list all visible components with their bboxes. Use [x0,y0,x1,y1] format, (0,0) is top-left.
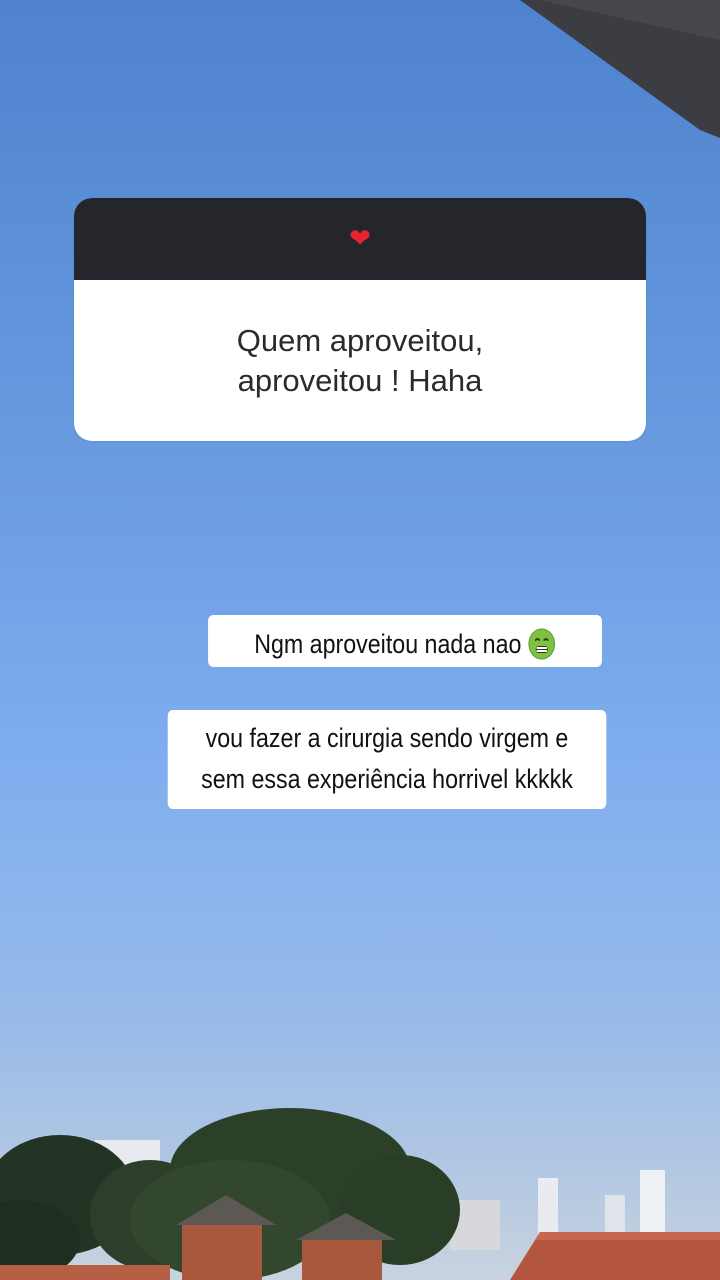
sticker-header: ❤ [74,198,646,280]
reply-text-label-two: vou fazer a cirurgia sendo virgem e sem … [167,710,607,809]
nauseated-face-icon [528,628,556,660]
sticker-answer-text: Quem aproveitou, aproveitou ! Haha [236,322,484,398]
city-trees-scenery [0,1100,720,1280]
reply-text-one: Ngm aproveitou nada nao [254,628,522,659]
reply-text-label-one: Ngm aproveitou nada nao [208,615,602,667]
red-heart-icon: ❤ [349,224,371,254]
sticker-body: Quem aproveitou, aproveitou ! Haha [74,280,646,441]
roof-edge-corner [0,0,720,140]
question-answer-sticker[interactable]: ❤ Quem aproveitou, aproveitou ! Haha [74,198,646,441]
